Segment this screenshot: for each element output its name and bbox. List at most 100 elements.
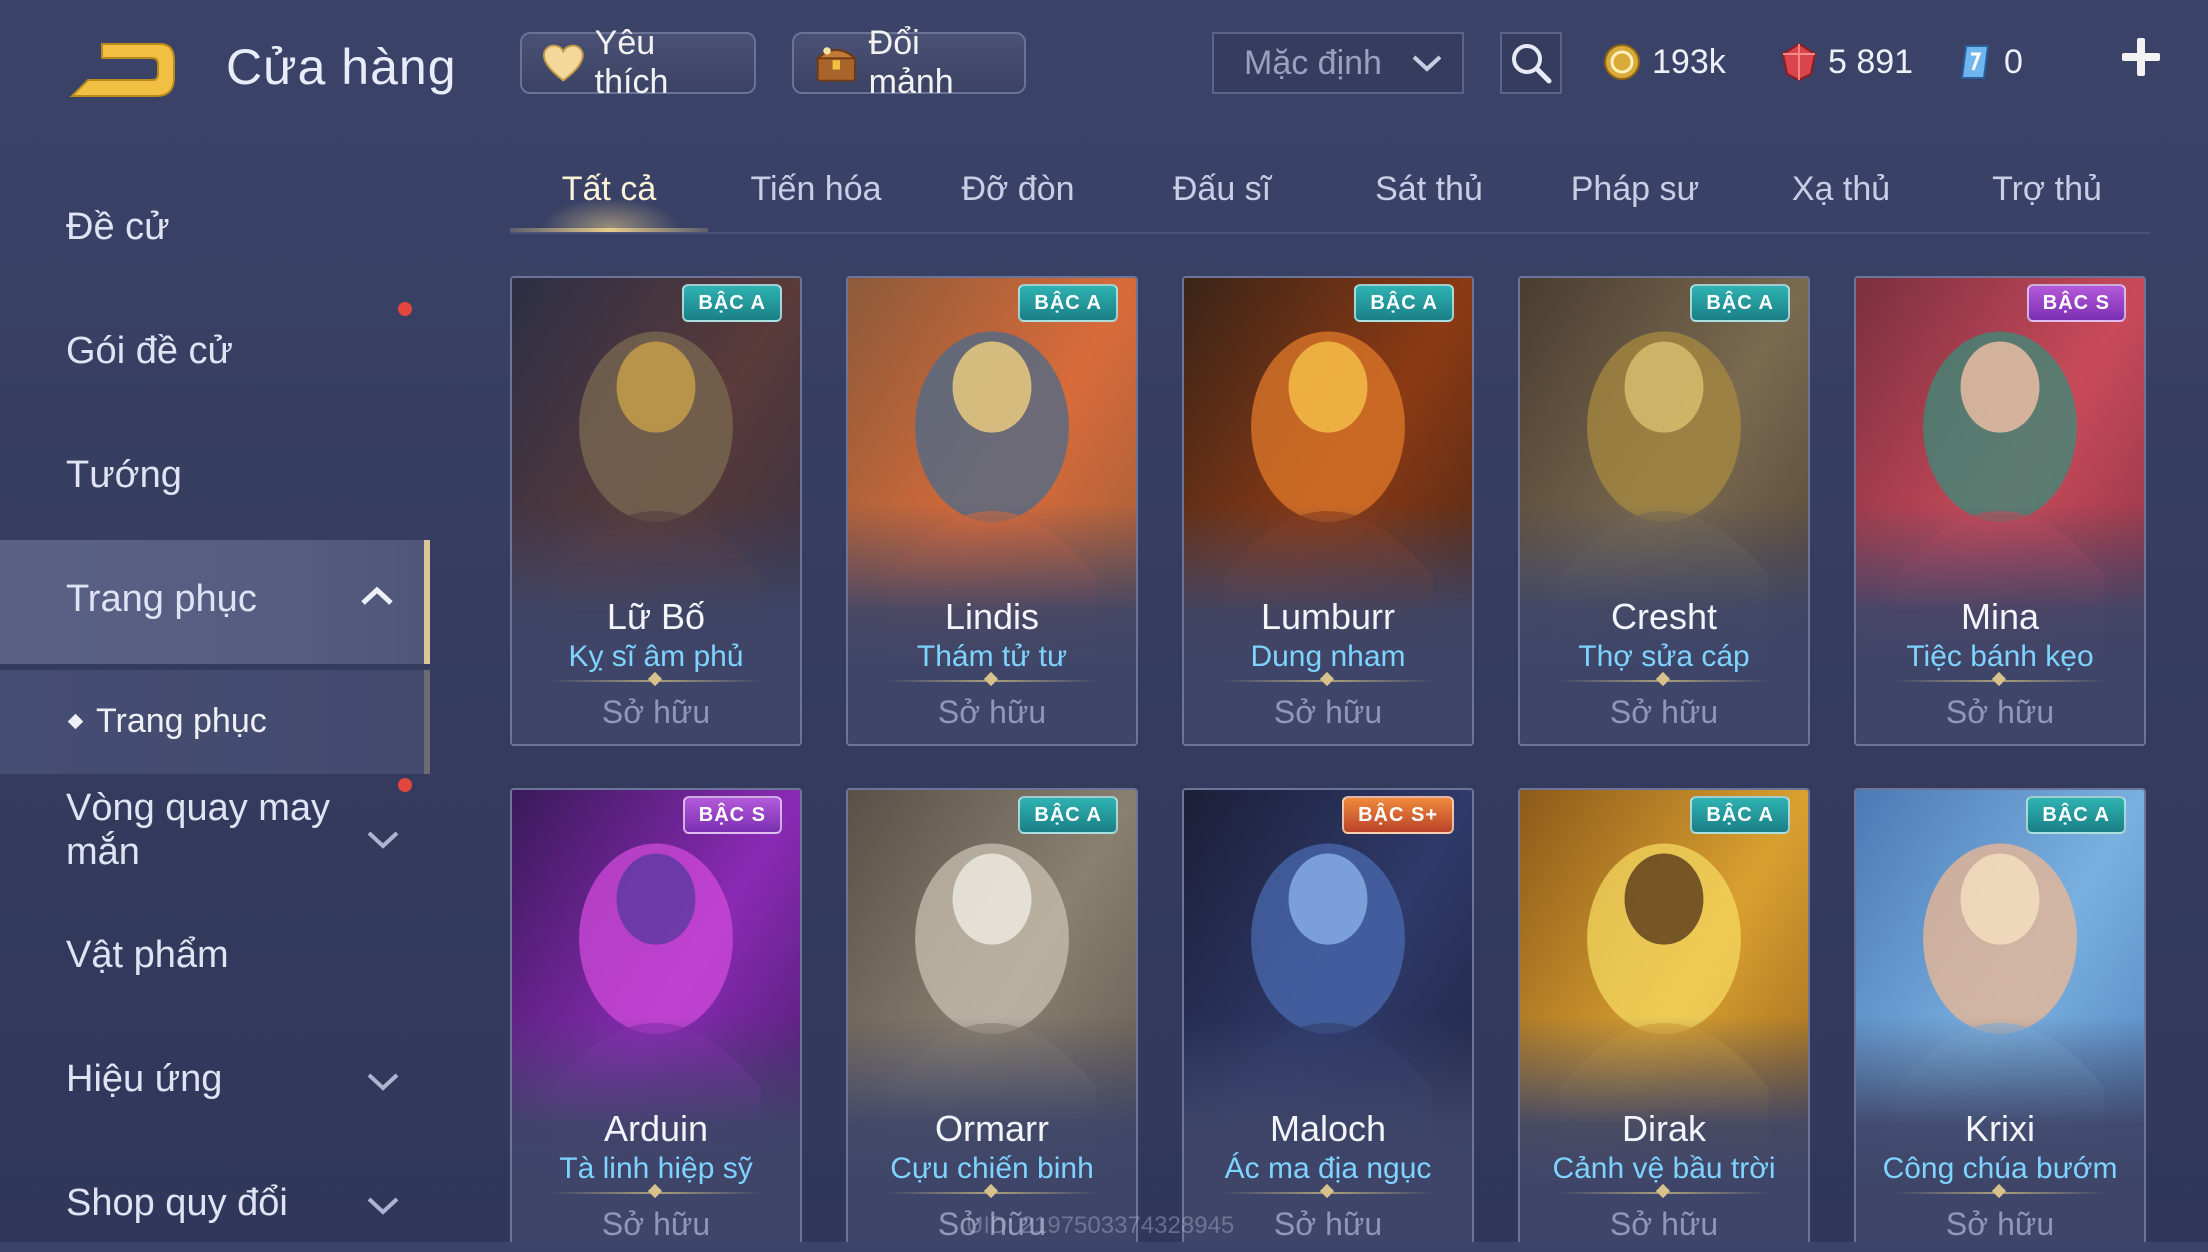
skin-name: Tiệc bánh kẹo [1906, 640, 2094, 673]
sidebar-item-lucky-wheel[interactable]: Vòng quay may mắn [0, 782, 430, 894]
sidebar-item-label: Vòng quay may mắn [66, 787, 331, 873]
sort-value: Mặc định [1244, 43, 1382, 82]
chevron-down-icon [367, 1197, 399, 1215]
page-title: Cửa hàng [226, 39, 457, 95]
active-tab-underline [510, 228, 708, 232]
ownership-status: Sở hữu [1273, 694, 1383, 730]
chevron-down-icon [367, 831, 399, 849]
search-button[interactable] [1500, 32, 1562, 94]
skin-card[interactable]: BẬC A Cresht Thợ sửa cáp Sở hữu [1518, 276, 1810, 746]
notification-dot [398, 302, 412, 316]
sidebar-item-skins[interactable]: Trang phục [0, 540, 430, 664]
card-divider [548, 671, 764, 688]
skin-card[interactable]: BẬC A Lumburr Dung nham Sở hữu [1182, 276, 1474, 746]
ownership-status: Sở hữu [1609, 694, 1719, 730]
sidebar-item-label: Trang phục [66, 578, 257, 620]
chevron-down-icon [367, 1073, 399, 1091]
chevron-down-icon [1412, 55, 1442, 72]
ownership-status: Sở hữu [601, 694, 711, 730]
hero-name: Maloch [1269, 1108, 1387, 1149]
skin-card[interactable]: BẬC A Krixi Công chúa bướm Sở hữu [1854, 788, 2146, 1242]
skin-card[interactable]: BẬC A Lindis Thám tử tư Sở hữu [846, 276, 1138, 746]
voucher-amount: 0 [2004, 42, 2023, 81]
hero-name: Lumburr [1260, 596, 1396, 637]
gold-currency: 193k [1602, 34, 1726, 90]
bullet-diamond-icon [67, 713, 84, 730]
favorites-button[interactable]: Yêu thích [520, 24, 756, 101]
skin-name: Ác ma địa ngục [1224, 1152, 1432, 1185]
skin-name: Cựu chiến binh [890, 1152, 1094, 1185]
tab-all[interactable]: Tất cả [510, 170, 708, 209]
skin-name: Kỵ sĩ âm phủ [568, 640, 744, 673]
ownership-status: Sở hữu [937, 694, 1047, 730]
sidebar-item-label: Tướng [66, 454, 182, 496]
shard-exchange-label: Đổi mảnh [868, 24, 954, 101]
skin-name: Dung nham [1250, 640, 1406, 673]
hero-name: Cresht [1610, 596, 1718, 637]
hero-name: Dirak [1621, 1108, 1706, 1149]
tier-badge: BẬC A [1018, 284, 1118, 322]
card-divider [884, 671, 1100, 688]
tab-assassin[interactable]: Sát thủ [1326, 170, 1532, 209]
voucher-currency: 0 [1956, 34, 2023, 90]
ownership-status: Sở hữu [1945, 1206, 2055, 1242]
sidebar-item-label: Đề cử [66, 206, 170, 248]
tab-tank[interactable]: Đỡ đòn [916, 170, 1120, 209]
skin-card[interactable]: BẬC S Arduin Tà linh hiệp sỹ Sở hữu [510, 788, 802, 1242]
skin-name: Cảnh vệ bầu trời [1552, 1152, 1776, 1185]
tier-badge: BẬC A [1354, 284, 1454, 322]
tab-support[interactable]: Trợ thủ [1944, 170, 2150, 209]
tab-marksman[interactable]: Xạ thủ [1738, 170, 1944, 209]
card-divider [1892, 671, 2108, 688]
sort-dropdown[interactable]: Mặc định [1212, 32, 1464, 94]
card-divider [884, 1183, 1100, 1200]
sidebar-item-label: Vật phẩm [66, 934, 229, 976]
skin-grid: BẬC A Lữ Bố Kỵ sĩ âm phủ Sở hữu BẬC A Lindis T… [510, 276, 2150, 1242]
back-arrow-icon[interactable] [66, 38, 178, 102]
skin-card[interactable]: BẬC A Lữ Bố Kỵ sĩ âm phủ Sở hữu [510, 276, 802, 746]
skin-name: Công chúa bướm [1882, 1152, 2118, 1185]
tier-badge: BẬC A [1690, 796, 1790, 834]
skin-card[interactable]: BẬC S Mina Tiệc bánh kẹo Sở hữu [1854, 276, 2146, 746]
shard-exchange-button[interactable]: Đổi mảnh [792, 24, 1026, 101]
sidebar-item-heroes[interactable]: Tướng [0, 454, 430, 524]
tier-badge: BẬC A [682, 284, 782, 322]
skin-name: Thợ sửa cáp [1578, 640, 1750, 673]
search-icon [1512, 44, 1552, 84]
card-divider [1220, 1183, 1436, 1200]
tab-fighter[interactable]: Đấu sĩ [1124, 170, 1320, 209]
notification-dot [398, 778, 412, 792]
skin-card[interactable]: BẬC A Dirak Cảnh vệ bầu trời Sở hữu [1518, 788, 1810, 1242]
sidebar: Đề cử Gói đề cử Tướng Trang phục Trang p… [0, 160, 432, 1242]
skin-name: Thám tử tư [916, 640, 1068, 673]
heart-icon [542, 44, 584, 82]
tier-badge: BẬC S [682, 796, 782, 834]
hero-name: Arduin [603, 1108, 709, 1149]
tab-evolution[interactable]: Tiến hóa [716, 170, 916, 209]
sidebar-item-featured-packs[interactable]: Gói đề cử [0, 330, 430, 400]
sidebar-item-label: Shop quy đổi [66, 1182, 288, 1224]
chevron-up-icon [361, 586, 393, 605]
sidebar-item-items[interactable]: Vật phẩm [0, 934, 430, 1004]
tier-badge: BẬC A [1018, 796, 1118, 834]
uid-watermark: UID: 2197503374328945 [966, 1212, 1235, 1239]
sidebar-item-effects[interactable]: Hiệu ứng [0, 1058, 430, 1128]
skin-card[interactable]: BẬC S+ Maloch Ác ma địa ngục Sở hữu [1182, 788, 1474, 1242]
voucher-crystal-icon [1960, 45, 1990, 79]
skin-card[interactable]: BẬC A Ormarr Cựu chiến binh Sở hữu [846, 788, 1138, 1242]
card-divider [548, 1183, 764, 1200]
sidebar-subitem-label: Trang phục [96, 702, 267, 740]
hero-name: Lữ Bố [606, 596, 706, 637]
tab-mage[interactable]: Pháp sư [1532, 170, 1738, 209]
tier-badge: BẬC S [2026, 284, 2126, 322]
card-divider [1556, 1183, 1772, 1200]
hero-name: Krixi [1965, 1108, 2035, 1149]
hero-name: Mina [1960, 596, 2040, 637]
add-currency-button[interactable] [2118, 34, 2164, 80]
favorites-label: Yêu thích [594, 24, 669, 101]
card-divider [1220, 671, 1436, 688]
sidebar-item-featured[interactable]: Đề cử [0, 206, 430, 276]
ruby-icon [1781, 42, 1817, 82]
sidebar-subitem-skins[interactable]: Trang phục [0, 670, 430, 774]
tier-badge: BẬC A [2026, 796, 2126, 834]
